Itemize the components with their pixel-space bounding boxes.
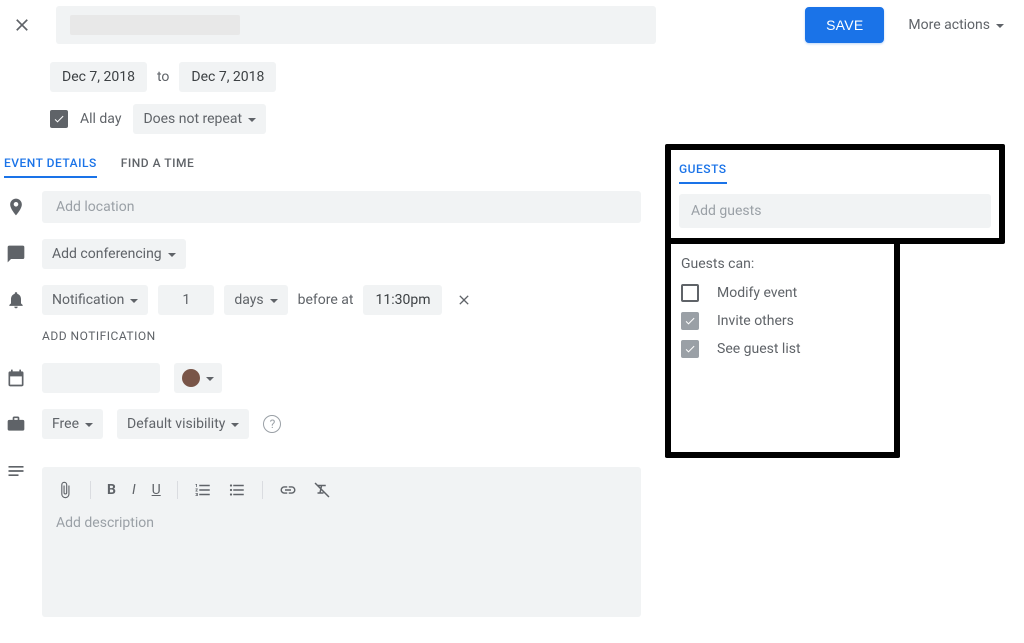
start-date-picker[interactable]: Dec 7, 2018: [50, 62, 147, 92]
add-notification-button[interactable]: ADD NOTIFICATION: [0, 319, 645, 351]
notification-type-dropdown[interactable]: Notification: [42, 285, 148, 315]
caret-down-icon: [231, 423, 239, 427]
guest-permissions-title: Guests can:: [681, 256, 884, 272]
repeat-dropdown[interactable]: Does not repeat: [133, 104, 266, 134]
invite-others-checkbox[interactable]: [681, 312, 699, 330]
availability-dropdown[interactable]: Free: [42, 409, 103, 439]
attach-icon[interactable]: [56, 481, 74, 499]
invite-others-label: Invite others: [717, 313, 794, 329]
event-title-input[interactable]: [56, 6, 656, 44]
event-color-dot: [182, 369, 200, 387]
tab-guests[interactable]: GUESTS: [679, 156, 727, 184]
underline-icon[interactable]: U: [152, 482, 161, 498]
caret-down-icon: [206, 377, 214, 381]
end-date-picker[interactable]: Dec 7, 2018: [179, 62, 276, 92]
caret-down-icon: [168, 253, 176, 257]
notification-amount-input[interactable]: 1: [158, 285, 214, 315]
conferencing-label: Add conferencing: [52, 246, 162, 262]
description-icon: [4, 459, 28, 483]
see-guest-list-label: See guest list: [717, 341, 801, 357]
italic-icon[interactable]: I: [132, 482, 136, 498]
repeat-label: Does not repeat: [143, 111, 242, 127]
visibility-dropdown[interactable]: Default visibility: [117, 409, 249, 439]
caret-down-icon: [270, 299, 278, 303]
notification-time-picker[interactable]: 11:30pm: [363, 285, 442, 315]
conferencing-dropdown[interactable]: Add conferencing: [42, 239, 186, 269]
close-icon[interactable]: [8, 11, 36, 39]
tab-find-a-time[interactable]: FIND A TIME: [121, 150, 194, 178]
caret-down-icon: [130, 299, 138, 303]
tab-event-details[interactable]: EVENT DETAILS: [4, 150, 97, 178]
visibility-label: Default visibility: [127, 416, 225, 432]
caret-down-icon: [248, 118, 256, 122]
guests-panel: GUESTS Add guests: [665, 144, 1005, 244]
allday-label: All day: [80, 111, 121, 127]
notification-type-label: Notification: [52, 292, 124, 308]
more-actions-label: More actions: [908, 17, 990, 33]
link-icon[interactable]: [279, 481, 297, 499]
calendar-icon: [4, 366, 28, 390]
save-button[interactable]: SAVE: [805, 7, 884, 43]
caret-down-icon: [85, 423, 93, 427]
before-at-label: before at: [298, 292, 354, 308]
availability-label: Free: [52, 416, 79, 432]
visibility-help-icon[interactable]: ?: [263, 415, 281, 433]
description-input[interactable]: Add description: [52, 505, 631, 541]
bulleted-list-icon[interactable]: [228, 481, 246, 499]
notification-icon: [4, 288, 28, 312]
see-guest-list-checkbox[interactable]: [681, 340, 699, 358]
location-icon: [4, 195, 28, 219]
bold-icon[interactable]: B: [107, 482, 116, 498]
event-color-picker[interactable]: [174, 363, 222, 393]
caret-down-icon: [996, 24, 1004, 28]
calendar-selector[interactable]: [42, 363, 160, 393]
add-guests-input[interactable]: Add guests: [679, 194, 991, 228]
location-input[interactable]: Add location: [42, 191, 641, 223]
notification-unit-dropdown[interactable]: days: [224, 285, 287, 315]
numbered-list-icon[interactable]: [194, 481, 212, 499]
modify-event-checkbox[interactable]: [681, 284, 699, 302]
briefcase-icon: [4, 412, 28, 436]
to-label: to: [157, 69, 169, 85]
conferencing-icon: [4, 242, 28, 266]
more-actions-dropdown[interactable]: More actions: [896, 7, 1016, 43]
guest-permissions-panel: Guests can: Modify event Invite others S…: [665, 240, 900, 458]
modify-event-label: Modify event: [717, 285, 797, 301]
notification-unit-label: days: [234, 292, 263, 308]
remove-notification-button[interactable]: [452, 288, 476, 312]
clear-formatting-icon[interactable]: [313, 481, 331, 499]
allday-checkbox[interactable]: [50, 110, 68, 128]
